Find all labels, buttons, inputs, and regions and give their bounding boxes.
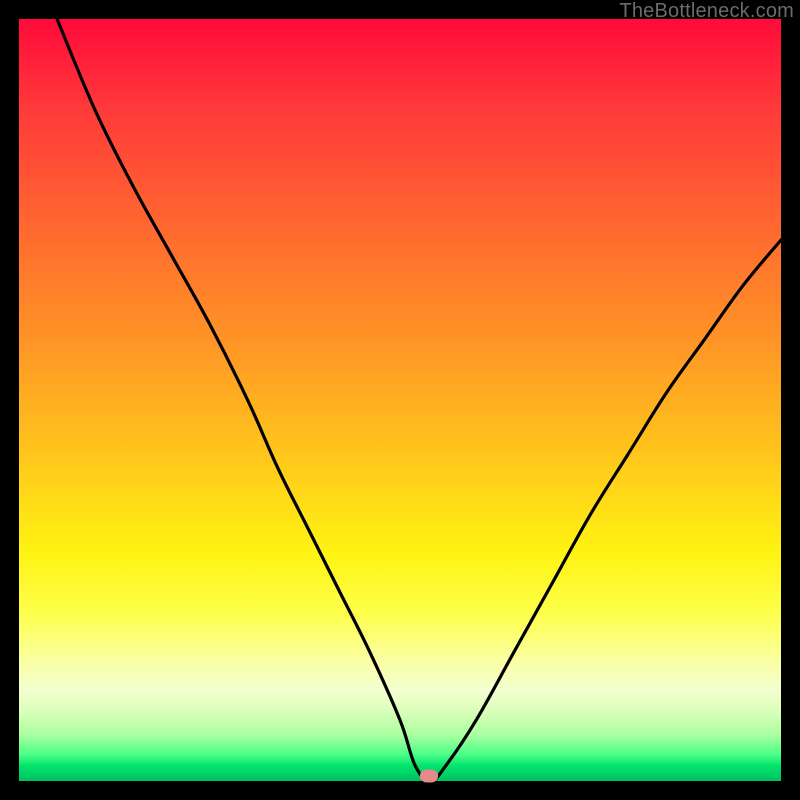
- optimal-point-marker: [420, 769, 438, 782]
- chart-frame: TheBottleneck.com: [0, 0, 800, 800]
- watermark-text: TheBottleneck.com: [619, 0, 794, 23]
- bottleneck-curve: [57, 19, 781, 781]
- curve-layer: [19, 19, 781, 781]
